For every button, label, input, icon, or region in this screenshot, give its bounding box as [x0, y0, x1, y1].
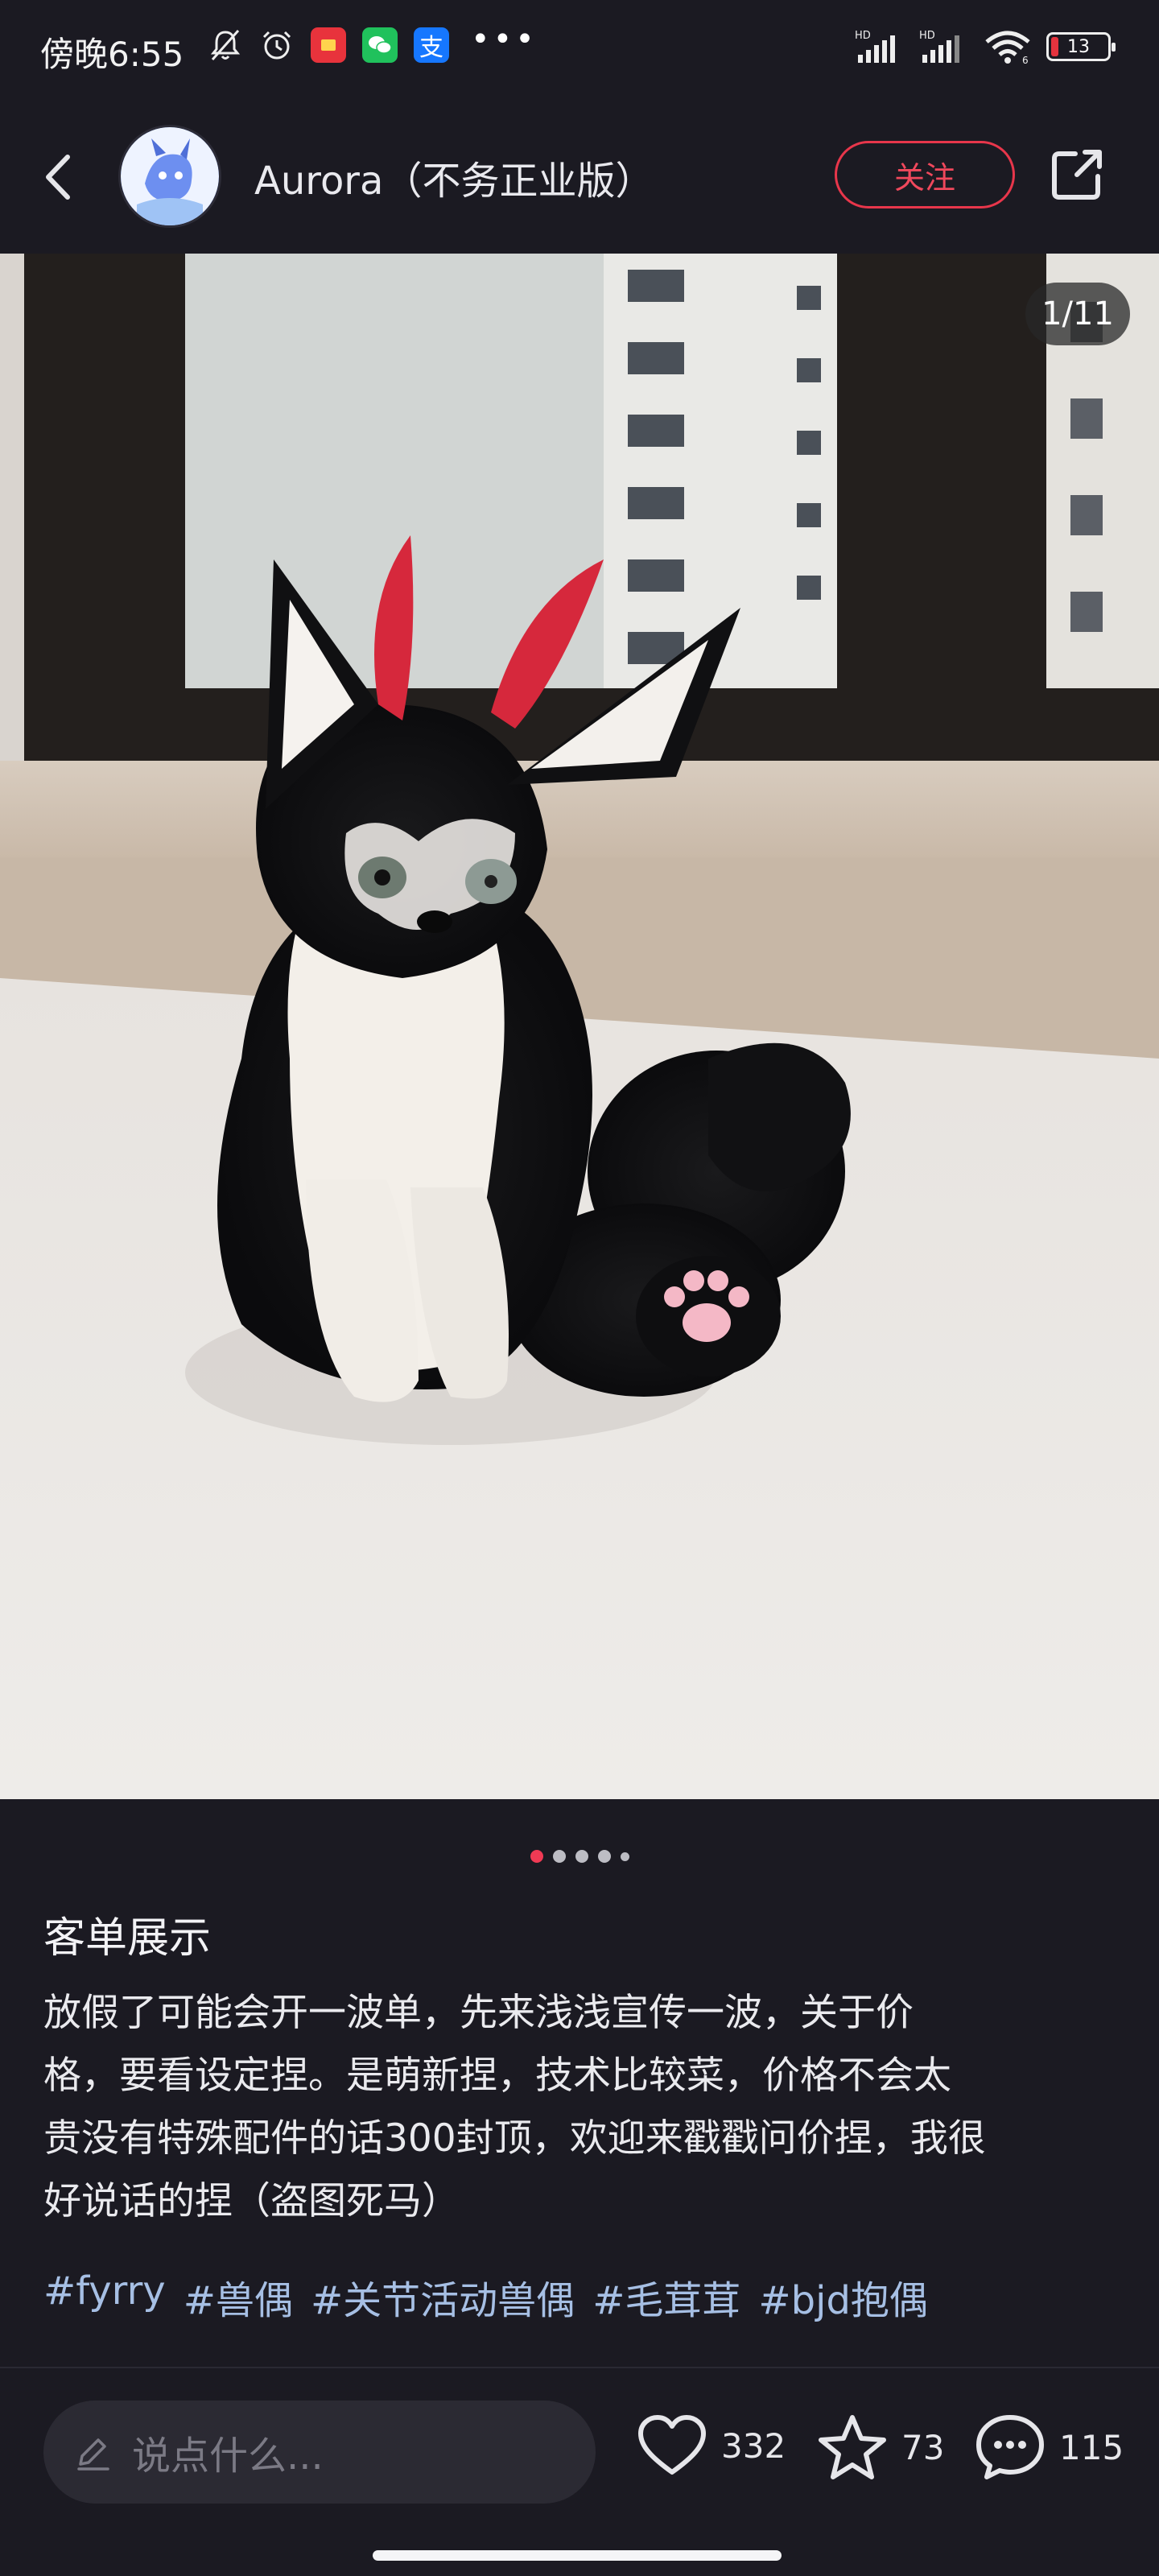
alipay-icon: 支	[414, 27, 449, 63]
status-bar: 傍晚6:55 支 ••• HD HD 6 13	[0, 0, 1159, 101]
pagination-dot-active	[530, 1850, 543, 1863]
svg-text:6: 6	[1022, 55, 1029, 64]
image-pagination[interactable]	[0, 1850, 1159, 1863]
status-notification-icons: 支	[208, 27, 449, 63]
svg-text:HD: HD	[855, 30, 871, 42]
back-arrow-icon[interactable]	[35, 149, 84, 205]
comment-bubble-icon	[976, 2415, 1044, 2479]
battery-level: 13	[1067, 36, 1090, 57]
post-body-line: 贵没有特殊配件的话300封顶，欢迎来戳戳问价捏，我很	[43, 2116, 986, 2161]
tag-link[interactable]: #bjd抱偶	[758, 2268, 928, 2325]
comment-input[interactable]: 说点什么...	[43, 2401, 596, 2504]
post-body-line: 格，要看设定捏。是萌新捏，技术比较菜，价格不会太	[43, 2054, 951, 2098]
tag-link[interactable]: #关节活动兽偶	[311, 2268, 575, 2325]
pagination-dot	[575, 1850, 588, 1863]
pagination-dot	[597, 1850, 611, 1863]
favorite-count: 73	[901, 2427, 945, 2467]
status-time: 傍晚6:55	[40, 35, 184, 74]
post-title: 客单展示	[43, 1914, 212, 1963]
post-header: Aurora（不务正业版） 关注	[0, 101, 1159, 254]
comment-placeholder: 说点什么...	[132, 2434, 324, 2479]
image-page-counter: 1/11	[1025, 283, 1130, 345]
follow-button[interactable]: 关注	[835, 141, 1015, 208]
star-icon	[819, 2415, 886, 2479]
comment-button[interactable]: 115	[974, 2413, 1124, 2482]
post-body: 放假了可能会开一波单，先来浅浅宣传一波，关于价 格，要看设定捏。是萌新捏，技术比…	[43, 1982, 1130, 2233]
pencil-icon	[77, 2438, 109, 2471]
share-icon[interactable]	[1048, 146, 1106, 204]
alarm-clock-icon	[262, 31, 291, 60]
plush-photo-image	[0, 254, 1159, 1799]
post-body-line: 放假了可能会开一波单，先来浅浅宣传一波，关于价	[43, 1991, 914, 2035]
like-button[interactable]: 332	[636, 2413, 786, 2479]
post-tags: #fyrry #兽偶 #关节活动兽偶 #毛茸茸 #bjd抱偶	[43, 2268, 1130, 2325]
mute-bell-icon	[210, 30, 241, 60]
heart-icon	[638, 2415, 706, 2475]
author-avatar[interactable]	[118, 125, 221, 228]
red-app-icon	[311, 27, 346, 63]
svg-text:HD: HD	[919, 30, 935, 42]
like-count: 332	[721, 2425, 786, 2466]
tag-link[interactable]: #fyrry	[43, 2268, 166, 2325]
comment-count: 115	[1059, 2427, 1124, 2467]
author-name[interactable]: Aurora（不务正业版）	[254, 149, 654, 205]
more-notifications-icon: •••	[471, 21, 538, 58]
pagination-dot	[620, 1852, 629, 1861]
favorite-button[interactable]: 73	[816, 2413, 944, 2482]
status-system-icons: HD HD 6 13	[855, 29, 1116, 64]
tag-link[interactable]: #毛茸茸	[592, 2268, 740, 2325]
home-indicator[interactable]	[373, 2550, 782, 2561]
signal-2-icon: HD	[919, 30, 959, 63]
battery-icon: 13	[1046, 32, 1116, 61]
post-body-line: 好说话的捏（盗图死马）	[43, 2179, 460, 2223]
tag-link[interactable]: #兽偶	[184, 2268, 293, 2325]
bottom-action-bar: 说点什么... 332 73 115	[0, 2368, 1159, 2529]
post-image[interactable]: 1/11	[0, 254, 1159, 1799]
wechat-icon	[362, 27, 398, 63]
pagination-dot	[552, 1850, 566, 1863]
wifi-icon: 6	[985, 31, 1030, 64]
signal-1-icon: HD	[855, 30, 895, 63]
